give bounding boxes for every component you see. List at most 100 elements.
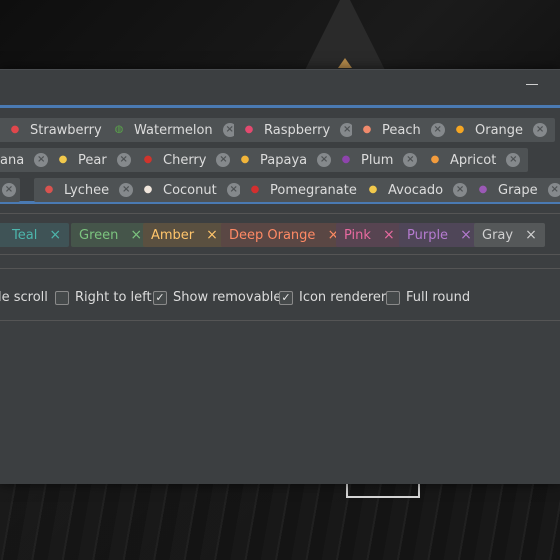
chip-label: Grape (498, 182, 538, 198)
chip-amber[interactable]: Amber × (143, 223, 226, 247)
chip-label: Coconut (163, 182, 217, 198)
chip-label: Strawberry (30, 122, 102, 138)
chip-gray[interactable]: Gray × (474, 223, 545, 247)
chip-label: Lychee (64, 182, 110, 198)
chip-label: Deep Orange (229, 227, 316, 243)
raspberry-icon: ● (244, 124, 254, 135)
remove-chip-icon[interactable]: × (226, 183, 241, 197)
remove-chip-icon[interactable]: × (116, 153, 131, 167)
pear-icon: ● (58, 154, 68, 165)
cherry-icon: ● (143, 154, 153, 165)
options-bar: le scroll Right to left ✓ Show removable… (0, 290, 560, 310)
remove-chip-icon[interactable]: × (453, 183, 468, 197)
option-scroll[interactable]: le scroll (0, 290, 48, 305)
chip-label: Watermelon (134, 122, 213, 138)
remove-chip-icon[interactable]: × (130, 228, 142, 242)
divider (0, 213, 560, 214)
chip-label: ana (0, 152, 25, 168)
option-label: Show removable (173, 290, 282, 305)
app-window: ● Strawberry × ◍ Watermelon × ● Raspberr… (0, 69, 560, 484)
grape-icon: ● (478, 184, 488, 195)
chip-coconut[interactable]: ● Coconut × (133, 178, 249, 202)
remove-chip-icon[interactable]: × (34, 153, 49, 167)
divider (0, 254, 560, 255)
chip-grape[interactable]: ● Grape × (468, 178, 560, 202)
chip-teal[interactable]: Teal × (0, 223, 70, 247)
chip-label: Pear (78, 152, 107, 168)
chip-label: Pomegranate (270, 182, 357, 198)
chip-partial[interactable]: × (0, 178, 20, 202)
remove-chip-icon[interactable]: × (506, 153, 521, 167)
wallpaper-pattern (0, 484, 560, 560)
option-show-removable[interactable]: ✓ Show removable (153, 290, 281, 305)
remove-chip-icon[interactable]: × (206, 228, 218, 242)
chip-avocado[interactable]: ● Avocado × (358, 178, 476, 202)
peach-icon: ● (362, 124, 372, 135)
checkbox-unchecked[interactable] (55, 290, 69, 305)
chip-label: Papaya (260, 152, 308, 168)
orange-icon: ● (455, 124, 465, 135)
chip-label: Amber (151, 227, 195, 243)
checkbox-unchecked[interactable] (386, 290, 400, 305)
remove-chip-icon[interactable]: × (383, 228, 395, 242)
checkbox-checked[interactable]: ✓ (279, 290, 293, 305)
remove-chip-icon[interactable]: × (403, 153, 418, 167)
remove-chip-icon[interactable]: × (430, 123, 445, 137)
divider (0, 320, 560, 321)
title-bar (0, 70, 560, 100)
chip-purple[interactable]: Purple × (399, 223, 480, 247)
option-full-round[interactable]: Full round (386, 290, 470, 305)
chip-label: Gray (482, 227, 514, 243)
chip-label: Apricot (450, 152, 497, 168)
remove-chip-icon[interactable]: × (216, 153, 231, 167)
option-label: Icon renderer (299, 290, 387, 305)
avocado-icon: ● (368, 184, 378, 195)
chip-label: Orange (475, 122, 524, 138)
chip-pear[interactable]: ● Pear × (48, 148, 139, 172)
chip-green[interactable]: Green × (71, 223, 151, 247)
chip-label: Raspberry (264, 122, 331, 138)
wallpaper-logo (346, 484, 420, 498)
chip-apricot[interactable]: ● Apricot × (420, 148, 529, 172)
plum-icon: ● (341, 154, 351, 165)
chip-label: Purple (407, 227, 449, 243)
watermelon-icon: ◍ (114, 124, 124, 135)
chip-orange[interactable]: ● Orange × (445, 118, 556, 142)
chip-label: Green (79, 227, 119, 243)
remove-chip-icon[interactable]: × (460, 228, 472, 242)
chip-deep-orange[interactable]: Deep Orange × (221, 223, 348, 247)
option-icon-renderer[interactable]: ✓ Icon renderer (279, 290, 386, 305)
chip-papaya[interactable]: ● Papaya × (230, 148, 340, 172)
pomegranate-icon: ● (250, 184, 260, 195)
chip-label: Plum (361, 152, 394, 168)
chip-watermelon[interactable]: ◍ Watermelon × (104, 118, 245, 142)
remove-chip-icon[interactable]: × (547, 183, 560, 197)
lychee-icon: ● (44, 184, 54, 195)
remove-chip-icon[interactable]: × (525, 228, 537, 242)
remove-chip-icon[interactable]: × (49, 228, 61, 242)
chip-lychee[interactable]: ● Lychee × (34, 178, 142, 202)
chip-plum[interactable]: ● Plum × (331, 148, 426, 172)
chip-label: Pink (344, 227, 371, 243)
minimize-button[interactable] (526, 84, 538, 85)
papaya-icon: ● (240, 154, 250, 165)
option-label: le scroll (0, 290, 48, 305)
fruit-chip-panel: ● Strawberry × ◍ Watermelon × ● Raspberr… (0, 105, 560, 204)
chip-pink[interactable]: Pink × (336, 223, 403, 247)
remove-chip-icon[interactable]: × (119, 183, 134, 197)
apricot-icon: ● (430, 154, 440, 165)
chip-label: Avocado (388, 182, 444, 198)
remove-chip-icon[interactable]: × (2, 183, 16, 197)
checkbox-checked[interactable]: ✓ (153, 290, 167, 305)
option-label: Right to left (75, 290, 152, 305)
coconut-icon: ● (143, 184, 153, 195)
chip-peach[interactable]: ● Peach × (352, 118, 453, 142)
wallpaper-mountain (300, 0, 390, 80)
chip-cherry[interactable]: ● Cherry × (133, 148, 239, 172)
chip-label: Peach (382, 122, 421, 138)
chip-raspberry[interactable]: ● Raspberry × (234, 118, 363, 142)
chip-label: Teal (12, 227, 38, 243)
remove-chip-icon[interactable]: × (533, 123, 548, 137)
remove-chip-icon[interactable]: × (317, 153, 332, 167)
option-right-to-left[interactable]: Right to left (55, 290, 152, 305)
